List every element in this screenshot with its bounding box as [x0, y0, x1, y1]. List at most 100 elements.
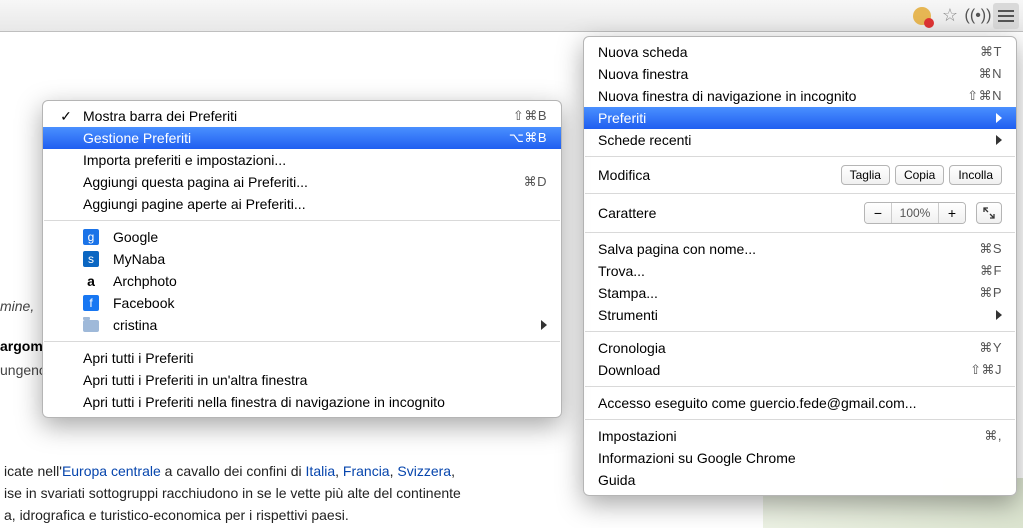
submenu-import[interactable]: Importa preferiti e impostazioni... [43, 149, 561, 171]
paste-button[interactable]: Incolla [949, 165, 1002, 185]
cookie-block-icon[interactable] [909, 3, 935, 29]
submenu-open-all-newwin[interactable]: Apri tutti i Preferiti in un'altra fines… [43, 369, 561, 391]
separator [44, 220, 560, 221]
copy-button[interactable]: Copia [895, 165, 944, 185]
link-europa[interactable]: Europa centrale [62, 463, 161, 479]
bookmark-folder-cristina[interactable]: cristina [43, 314, 561, 336]
text: a cavallo dei confini di [161, 463, 306, 479]
text: icate nell' [4, 463, 62, 479]
check-icon: ✓ [57, 108, 75, 125]
shortcut: ⌘, [984, 428, 1002, 444]
fullscreen-button[interactable] [976, 202, 1002, 224]
label: Importa preferiti e impostazioni... [83, 152, 286, 168]
link-italia[interactable]: Italia [306, 463, 336, 479]
label: MyNaba [113, 251, 165, 267]
separator [585, 232, 1015, 233]
label: Aggiungi questa pagina ai Preferiti... [83, 174, 308, 190]
label: Google [113, 229, 158, 245]
bookmark-archphoto[interactable]: a Archphoto [43, 270, 561, 292]
menu-find[interactable]: Trova... ⌘F [584, 260, 1016, 282]
separator [585, 156, 1015, 157]
label: Nuova finestra di navigazione in incogni… [598, 88, 856, 104]
text: , [335, 463, 343, 479]
separator [585, 193, 1015, 194]
menu-downloads[interactable]: Download ⇧⌘J [584, 359, 1016, 381]
menu-tools[interactable]: Strumenti [584, 304, 1016, 326]
shortcut: ⌥⌘B [509, 130, 547, 146]
label: Carattere [598, 205, 656, 221]
label: Preferiti [598, 110, 646, 126]
main-menu-button[interactable] [993, 3, 1019, 29]
menu-recent-tabs[interactable]: Schede recenti [584, 129, 1016, 151]
separator [585, 331, 1015, 332]
shortcut: ⇧⌘B [513, 108, 547, 124]
label: Informazioni su Google Chrome [598, 450, 796, 466]
zoom-control: − 100% + [864, 202, 966, 224]
menu-print[interactable]: Stampa... ⌘P [584, 282, 1016, 304]
label: Apri tutti i Preferiti in un'altra fines… [83, 372, 307, 388]
zoom-in-button[interactable]: + [939, 203, 965, 223]
submenu-show-bar[interactable]: ✓Mostra barra dei Preferiti ⇧⌘B [43, 105, 561, 127]
menu-save-as[interactable]: Salva pagina con nome... ⌘S [584, 238, 1016, 260]
menu-bookmarks[interactable]: Preferiti [584, 107, 1016, 129]
shortcut: ⌘D [524, 174, 547, 190]
submenu-open-all-incognito[interactable]: Apri tutti i Preferiti nella finestra di… [43, 391, 561, 413]
browser-toolbar: ☆ ((•)) [0, 0, 1023, 32]
shortcut: ⌘N [979, 66, 1002, 82]
label: Cronologia [598, 340, 666, 356]
label: Trova... [598, 263, 645, 279]
label: Facebook [113, 295, 174, 311]
chrome-main-menu: Nuova scheda ⌘T Nuova finestra ⌘N Nuova … [583, 36, 1017, 496]
menu-new-incognito[interactable]: Nuova finestra di navigazione in incogni… [584, 85, 1016, 107]
menu-help[interactable]: Guida [584, 469, 1016, 491]
label: Download [598, 362, 660, 378]
bookmark-facebook[interactable]: f Facebook [43, 292, 561, 314]
shortcut: ⇧⌘J [970, 362, 1002, 378]
submenu-open-all[interactable]: Apri tutti i Preferiti [43, 347, 561, 369]
label: Gestione Preferiti [83, 130, 191, 146]
label: Nuova finestra [598, 66, 688, 82]
label: Nuova scheda [598, 44, 688, 60]
separator [44, 341, 560, 342]
separator [585, 386, 1015, 387]
chevron-right-icon [996, 135, 1002, 145]
cut-button[interactable]: Taglia [841, 165, 890, 185]
shortcut: ⌘P [979, 285, 1002, 301]
bookmark-google[interactable]: gGoogle [43, 226, 561, 248]
submenu-add-open[interactable]: Aggiungi pagine aperte ai Preferiti... [43, 193, 561, 215]
menu-signed-in[interactable]: Accesso eseguito come guercio.fede@gmail… [584, 392, 1016, 414]
folder-icon [83, 317, 99, 333]
label: Stampa... [598, 285, 658, 301]
menu-settings[interactable]: Impostazioni ⌘, [584, 425, 1016, 447]
menu-new-tab[interactable]: Nuova scheda ⌘T [584, 41, 1016, 63]
link-svizzera[interactable]: Svizzera [397, 463, 451, 479]
menu-about[interactable]: Informazioni su Google Chrome [584, 447, 1016, 469]
bookmark-mynaba[interactable]: s MyNaba [43, 248, 561, 270]
menu-new-window[interactable]: Nuova finestra ⌘N [584, 63, 1016, 85]
sharepoint-icon: s [83, 251, 99, 267]
shortcut: ⇧⌘N [967, 88, 1002, 104]
chevron-right-icon [996, 113, 1002, 123]
label: Apri tutti i Preferiti [83, 350, 193, 366]
chevron-right-icon [541, 320, 547, 330]
submenu-add-page[interactable]: Aggiungi questa pagina ai Preferiti... ⌘… [43, 171, 561, 193]
submenu-manager[interactable]: Gestione Preferiti ⌥⌘B [43, 127, 561, 149]
link-francia[interactable]: Francia [343, 463, 390, 479]
zoom-out-button[interactable]: − [865, 203, 891, 223]
label: Guida [598, 472, 635, 488]
zoom-value: 100% [891, 203, 939, 223]
broadcast-icon[interactable]: ((•)) [965, 3, 991, 29]
label: Modifica [598, 167, 650, 183]
separator [585, 419, 1015, 420]
site-icon: a [83, 273, 99, 289]
shortcut: ⌘Y [979, 340, 1002, 356]
menu-history[interactable]: Cronologia ⌘Y [584, 337, 1016, 359]
bookmark-star-icon[interactable]: ☆ [937, 3, 963, 29]
label: Aggiungi pagine aperte ai Preferiti... [83, 196, 306, 212]
menu-edit-row: Modifica Taglia Copia Incolla [584, 162, 1016, 188]
facebook-icon: f [83, 295, 99, 311]
label: Accesso eseguito come guercio.fede@gmail… [598, 395, 916, 411]
shortcut: ⌘T [980, 44, 1002, 60]
label: Archphoto [113, 273, 177, 289]
shortcut: ⌘F [980, 263, 1002, 279]
